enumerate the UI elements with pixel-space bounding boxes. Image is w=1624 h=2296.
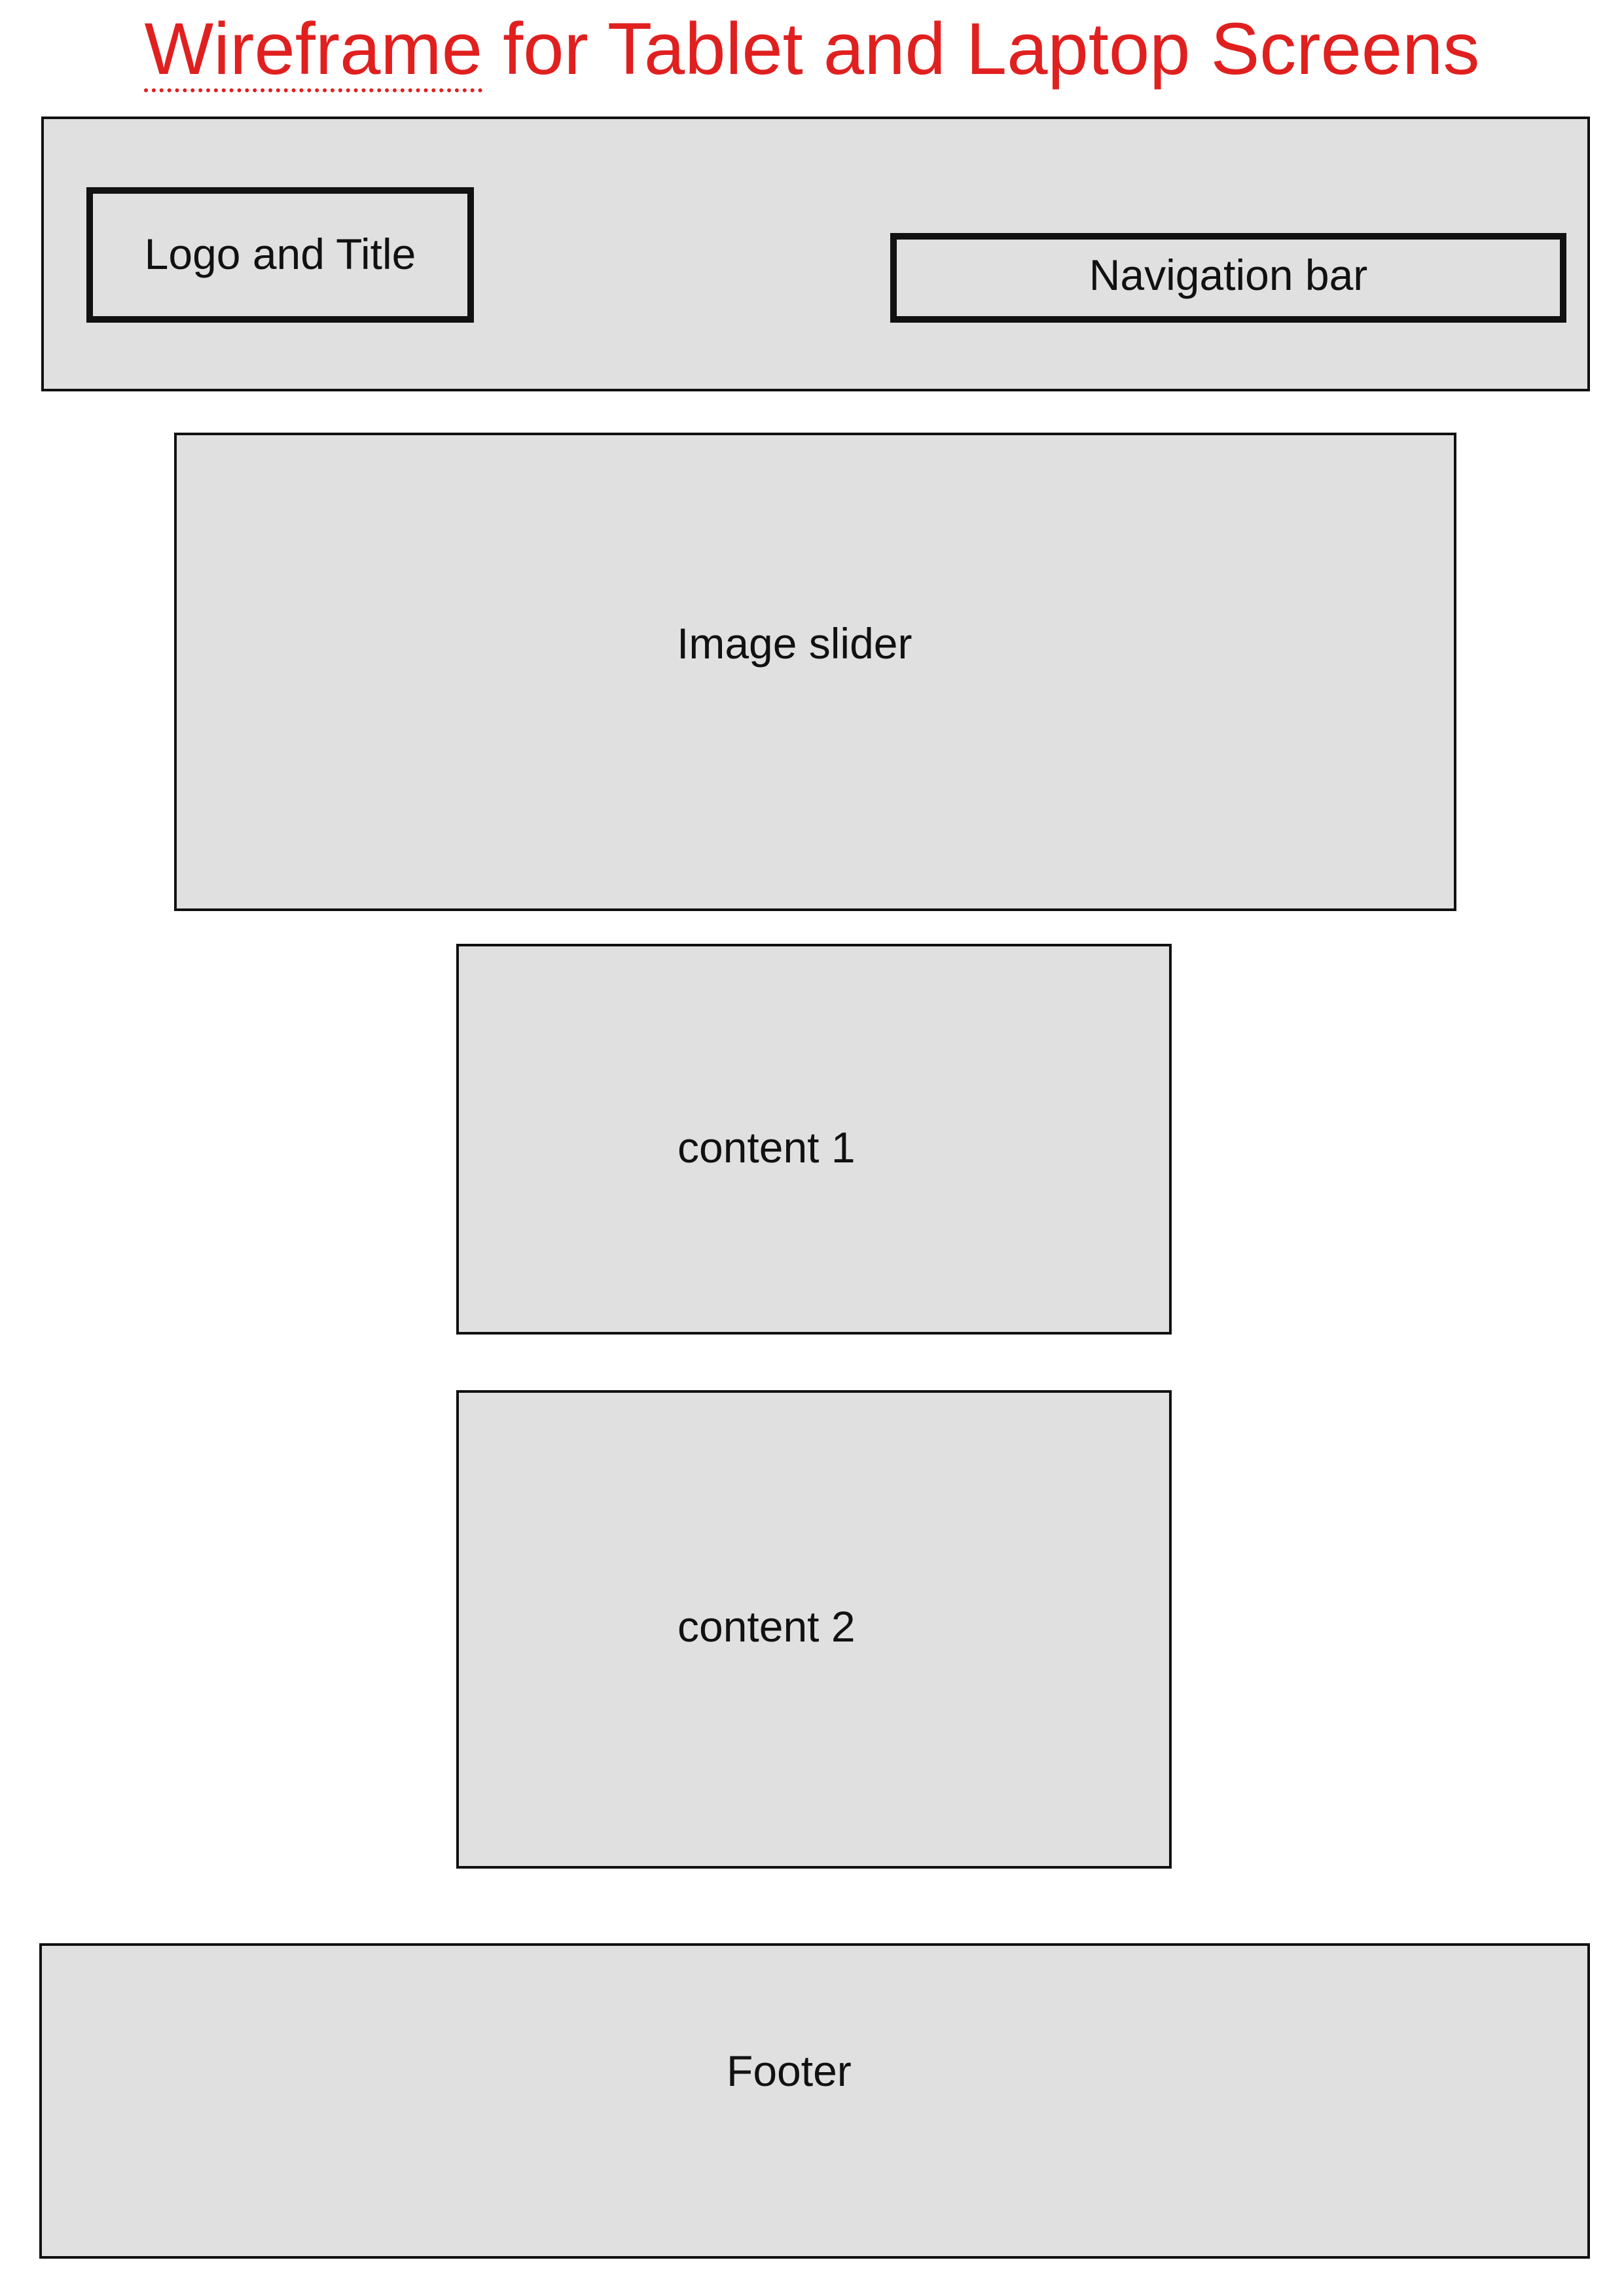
footer-box: Footer <box>39 1943 1590 2259</box>
title-first-word: Wireframe <box>144 8 483 90</box>
footer-label: Footer <box>727 2047 852 2095</box>
image-slider-label: Image slider <box>677 619 912 668</box>
content-1-box: content 1 <box>456 944 1172 1335</box>
wireframe-title: Wireframe for Tablet and Laptop Screens <box>0 0 1624 105</box>
content-1-label: content 1 <box>677 1123 856 1172</box>
header-box: Logo and Title Navigation bar <box>41 117 1590 391</box>
image-slider-box: Image slider <box>174 433 1456 911</box>
title-rest: for Tablet and Laptop Screens <box>482 8 1480 90</box>
logo-title-label: Logo and Title <box>144 230 416 278</box>
logo-title-box: Logo and Title <box>86 187 474 323</box>
navigation-bar-box: Navigation bar <box>890 233 1566 323</box>
navigation-bar-label: Navigation bar <box>1089 251 1368 299</box>
content-2-box: content 2 <box>456 1390 1172 1869</box>
content-2-label: content 2 <box>677 1602 856 1651</box>
